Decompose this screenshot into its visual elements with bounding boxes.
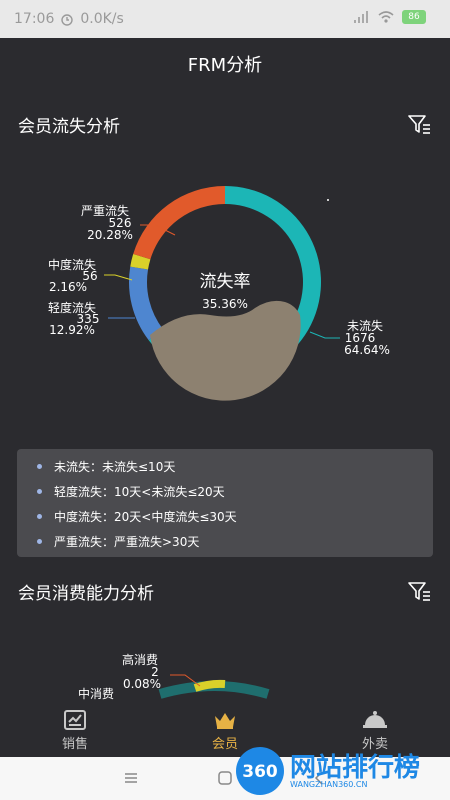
churn-fill-wave [150, 300, 301, 401]
leader-line-moderate [104, 274, 133, 281]
360-logo-icon: 360 [236, 747, 284, 795]
watermark-title: 网站排行榜 [290, 753, 421, 783]
sales-icon [64, 710, 86, 730]
menu-icon[interactable] [124, 771, 138, 785]
cloche-icon [363, 711, 387, 728]
status-left: 17:06 0.0K/s [14, 11, 124, 27]
label-mild-percent: 12.92% [49, 323, 95, 337]
consumption-section-header: 会员消费能力分析 [18, 576, 432, 606]
filter-icon[interactable] [406, 578, 432, 604]
legend-text: 中度流失：20天<中度流失≤30天 [54, 509, 237, 524]
label-mid-name: 中消费 [78, 686, 114, 701]
status-time: 17:06 [14, 11, 55, 27]
status-speed: 0.0K/s [80, 11, 124, 27]
watermark-subtitle: WANGZHAN360.CN [290, 780, 368, 789]
bullet-dot [37, 488, 42, 494]
legend-text: 严重流失：严重流失>30天 [54, 534, 200, 549]
home-icon[interactable] [217, 770, 233, 786]
stray-dot [327, 199, 329, 201]
status-bar: 17:06 0.0K/s 86 [0, 0, 450, 38]
label-unlost-percent: 64.64% [344, 343, 390, 357]
consumption-section-title: 会员消费能力分析 [18, 583, 154, 604]
tab-sales[interactable]: 销售 [0, 705, 150, 757]
360-logo-text: 360 [242, 762, 278, 782]
legend-item-unlost: 未流失：未流失≤10天 [37, 454, 175, 478]
churn-section-header: 会员流失分析 [18, 109, 432, 139]
crown-icon [215, 713, 235, 729]
legend-text: 未流失：未流失≤10天 [54, 459, 176, 474]
label-severe-percent: 20.28% [87, 228, 133, 242]
tab-sales-label: 销售 [61, 737, 88, 752]
battery-icon: 86 [402, 10, 426, 24]
bullet-dot [37, 463, 42, 469]
churn-legend: 未流失：未流失≤10天 轻度流失：10天<未流失≤20天 中度流失：20天<中度… [17, 449, 433, 557]
segment-severe [133, 186, 225, 260]
legend-item-moderate: 中度流失：20天<中度流失≤30天 [37, 504, 237, 528]
bullet-dot [37, 538, 42, 544]
leader-line-unlost [309, 331, 340, 339]
bullet-dot [37, 513, 42, 519]
filter-icon[interactable] [406, 111, 432, 137]
legend-item-mild: 轻度流失：10天<未流失≤20天 [37, 479, 225, 503]
donut-center-value: 35.36% [202, 297, 248, 311]
legend-text: 轻度流失：10天<未流失≤20天 [54, 484, 225, 499]
donut-center-label: 流失率 [200, 272, 251, 292]
legend-item-severe: 严重流失：严重流失>30天 [37, 529, 199, 553]
churn-donut-chart: 流失率 35.36% 严重流失 526 20.28% 中度流失 56 2.16%… [48, 186, 390, 401]
label-high-percent: 0.08% [123, 677, 161, 691]
consumption-donut-chart: 高消费 2 0.08% 中消费 [78, 652, 270, 701]
app-bar: FRM分析 [0, 38, 450, 90]
wifi-icon [378, 11, 394, 23]
churn-section-title: 会员流失分析 [18, 116, 120, 137]
alarm-icon [61, 14, 74, 26]
page-title: FRM分析 [187, 55, 263, 76]
status-right: 86 [354, 10, 426, 24]
label-moderate-percent: 2.16% [49, 280, 87, 294]
signal-icon [354, 11, 368, 23]
watermark-360: 360 网站排行榜 WANGZHAN360.CN [232, 745, 442, 797]
